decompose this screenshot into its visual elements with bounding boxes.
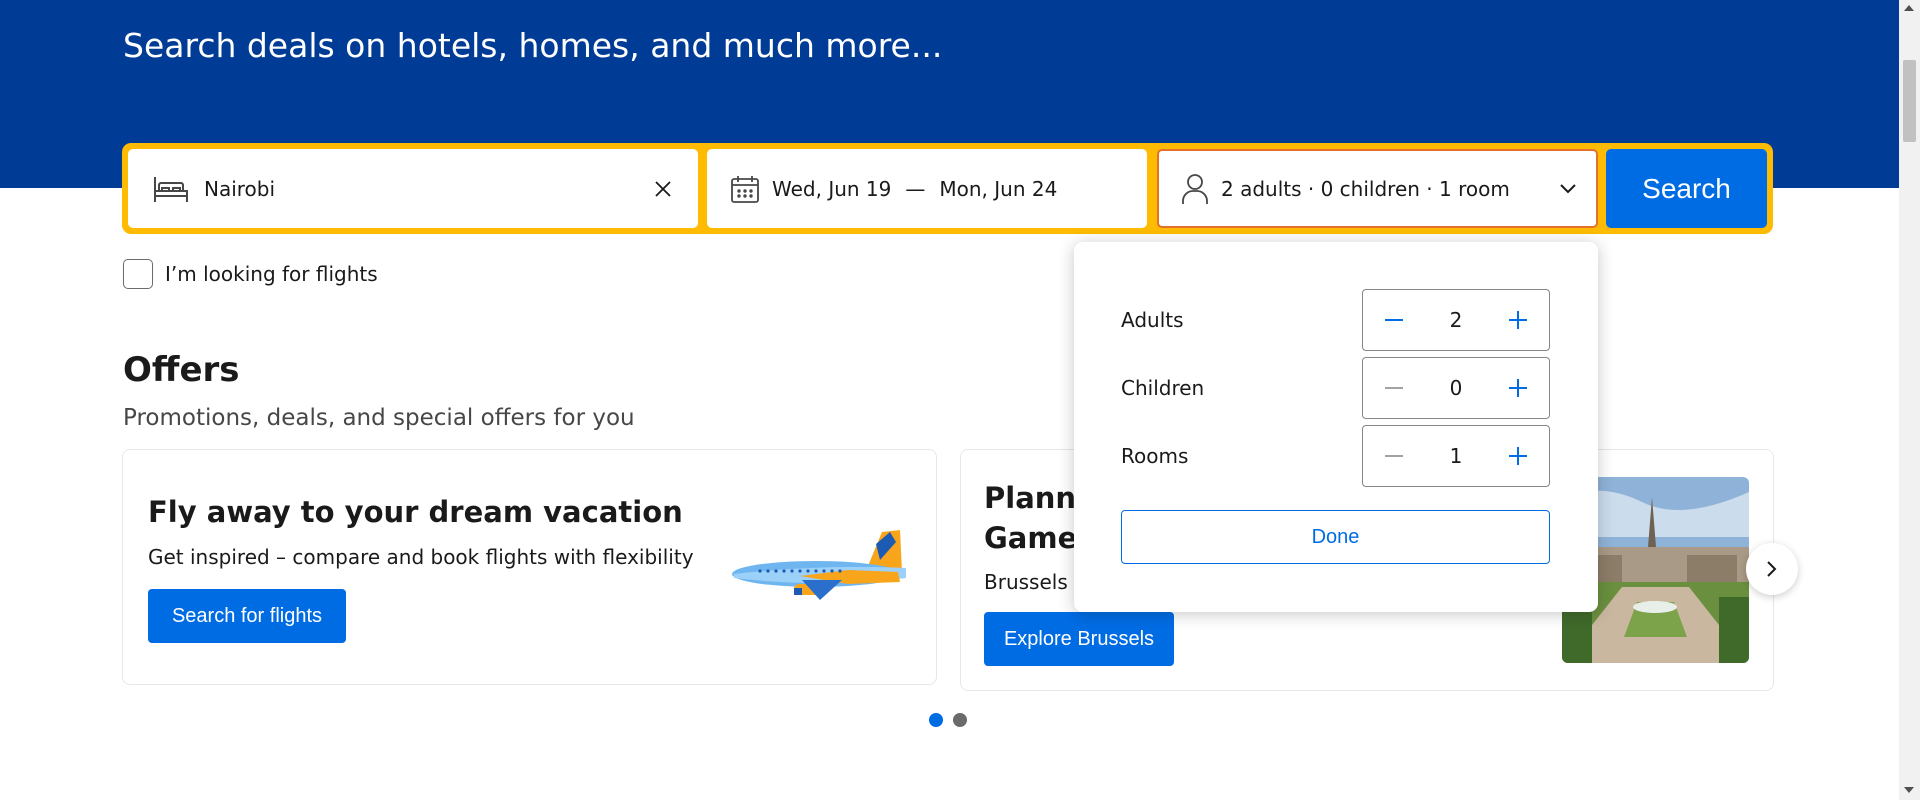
done-button[interactable]: Done xyxy=(1121,510,1550,564)
rooms-label: Rooms xyxy=(1121,444,1189,468)
calendar-icon xyxy=(730,174,760,204)
rooms-increase-button[interactable] xyxy=(1487,426,1549,486)
search-bar: Nairobi Wed, Jun 19 — Mon, Jun 24 2 adul… xyxy=(122,143,1773,234)
offer-card-title-line1: Planni xyxy=(984,481,1086,515)
page-scrollbar[interactable] xyxy=(1899,0,1920,800)
destination-field[interactable]: Nairobi xyxy=(128,149,698,228)
flights-option[interactable]: I’m looking for flights xyxy=(123,259,378,289)
checkout-date[interactable]: Mon, Jun 24 xyxy=(939,177,1057,201)
scroll-up-arrow[interactable] xyxy=(1904,5,1914,11)
bed-icon xyxy=(152,174,190,204)
offers-subtitle: Promotions, deals, and special offers fo… xyxy=(123,405,635,431)
rooms-decrease-button[interactable] xyxy=(1363,426,1425,486)
date-separator: — xyxy=(905,176,926,201)
carousel-next-button[interactable] xyxy=(1746,543,1798,595)
flights-checkbox[interactable] xyxy=(123,259,153,289)
children-label: Children xyxy=(1121,376,1205,400)
occupancy-field[interactable]: 2 adults · 0 children · 1 room xyxy=(1157,149,1598,228)
adults-decrease-button[interactable] xyxy=(1363,290,1425,350)
destination-value: Nairobi xyxy=(204,176,276,201)
search-flights-button[interactable]: Search for flights xyxy=(148,589,346,643)
carousel-dot[interactable] xyxy=(953,713,967,727)
offer-card-title: Fly away to your dream vacation xyxy=(148,495,683,529)
minus-icon xyxy=(1384,454,1404,458)
clear-icon[interactable] xyxy=(654,180,672,198)
chevron-right-icon xyxy=(1766,560,1778,578)
rooms-value: 1 xyxy=(1449,444,1463,468)
explore-brussels-button[interactable]: Explore Brussels xyxy=(984,612,1174,666)
adults-label: Adults xyxy=(1121,308,1184,332)
scroll-down-arrow[interactable] xyxy=(1904,787,1914,793)
children-stepper: 0 xyxy=(1362,357,1550,419)
children-decrease-button[interactable] xyxy=(1363,358,1425,418)
minus-icon xyxy=(1384,386,1404,390)
adults-stepper: 2 xyxy=(1362,289,1550,351)
offer-card-text: Get inspired – compare and book flights … xyxy=(148,545,694,569)
chevron-down-icon[interactable] xyxy=(1559,183,1577,195)
occupancy-summary: 2 adults · 0 children · 1 room xyxy=(1221,176,1510,201)
plus-icon xyxy=(1508,378,1528,398)
scroll-thumb[interactable] xyxy=(1903,60,1916,142)
offers-title: Offers xyxy=(123,350,240,390)
adults-increase-button[interactable] xyxy=(1487,290,1549,350)
rooms-stepper: 1 xyxy=(1362,425,1550,487)
children-increase-button[interactable] xyxy=(1487,358,1549,418)
airplane-icon xyxy=(730,530,910,614)
flights-label[interactable]: I’m looking for flights xyxy=(165,262,378,286)
search-button[interactable]: Search xyxy=(1606,149,1767,228)
person-icon xyxy=(1181,173,1209,205)
offer-card-flights: Fly away to your dream vacation Get insp… xyxy=(122,449,937,685)
checkin-date[interactable]: Wed, Jun 19 xyxy=(772,177,891,201)
hero-subtitle: Search deals on hotels, homes, and much … xyxy=(123,26,943,65)
dates-field[interactable]: Wed, Jun 19 — Mon, Jun 24 xyxy=(707,149,1147,228)
children-value: 0 xyxy=(1449,376,1463,400)
carousel-dot-active[interactable] xyxy=(929,713,943,727)
occupancy-popup: Adults 2 Children 0 Rooms 1 Done xyxy=(1074,242,1598,612)
plus-icon xyxy=(1508,446,1528,466)
plus-icon xyxy=(1508,310,1528,330)
minus-icon xyxy=(1384,318,1404,322)
adults-value: 2 xyxy=(1449,308,1463,332)
